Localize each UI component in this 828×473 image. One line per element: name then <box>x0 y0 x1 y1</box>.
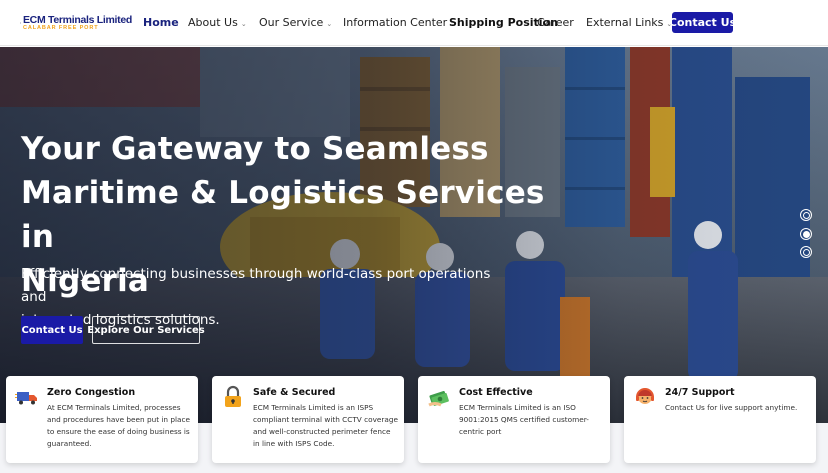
nav-home[interactable]: Home <box>143 16 179 29</box>
brand-name: ECM Terminals Limited <box>22 13 132 26</box>
feature-title: Safe & Secured <box>253 387 336 398</box>
nav-home-label: Home <box>143 16 179 29</box>
nav-contact-us-button[interactable]: Contact Us <box>669 12 736 33</box>
feature-title: Zero Congestion <box>47 387 136 398</box>
support-agent-icon <box>636 388 654 404</box>
carousel-dot-1[interactable] <box>800 209 812 221</box>
brand-logo[interactable]: ECM Terminals Limited CALABAR FREE PORT <box>20 9 132 37</box>
feature-title: Cost Effective <box>459 387 533 398</box>
nav-external-links[interactable]: External Links ⌄ <box>586 16 672 29</box>
feature-description: ECM Terminals Limited is an ISPS complia… <box>253 403 398 448</box>
feature-description: ECM Terminals Limited is an ISO 9001:201… <box>459 403 589 436</box>
hero-banner: Your Gateway to Seamless Maritime & Logi… <box>0 47 828 423</box>
hero-title-line: Maritime & Logistics Services in <box>21 175 545 255</box>
feature-card-cost-effective: Cost Effective ECM Terminals Limited is … <box>418 376 610 463</box>
explore-services-button[interactable]: Explore Our Services <box>87 316 205 344</box>
nav-about-us-label: About Us <box>188 16 238 29</box>
top-navbar: ECM Terminals Limited CALABAR FREE PORT … <box>0 0 828 46</box>
nav-about-us[interactable]: About Us ⌄ <box>188 16 247 29</box>
nav-information-center[interactable]: Information Center ⌄ <box>343 16 456 29</box>
nav-our-service-label: Our Service <box>259 16 324 29</box>
chevron-down-icon: ⌄ <box>326 19 333 28</box>
brand-tagline: CALABAR FREE PORT <box>22 25 99 31</box>
feature-card-safe-secured: Safe & Secured ECM Terminals Limited is … <box>212 376 404 463</box>
feature-description: At ECM Terminals Limited, processes and … <box>47 403 191 448</box>
feature-card-support: 24/7 Support Contact Us for live support… <box>624 376 816 463</box>
nav-career[interactable]: Career <box>537 16 574 29</box>
padlock-icon <box>225 385 241 407</box>
chevron-down-icon: ⌄ <box>240 19 247 28</box>
feature-card-zero-congestion: Zero Congestion At ECM Terminals Limited… <box>6 376 198 463</box>
truck-icon <box>15 392 37 405</box>
nav-external-links-label: External Links <box>586 16 664 29</box>
nav-our-service[interactable]: Our Service ⌄ <box>259 16 332 29</box>
feature-title: 24/7 Support <box>665 387 735 398</box>
nav-career-label: Career <box>537 16 574 29</box>
hero-contact-us-button[interactable]: Contact Us <box>21 316 83 344</box>
nav-information-center-label: Information Center <box>343 16 448 29</box>
money-icon <box>428 390 449 407</box>
hero-title-line: Your Gateway to Seamless <box>21 131 489 167</box>
feature-description: Contact Us for live support anytime. <box>665 403 798 412</box>
logo-globe-icon <box>20 22 21 24</box>
carousel-dot-2[interactable] <box>800 228 812 240</box>
carousel-dot-3[interactable] <box>800 246 812 258</box>
hero-subtitle-line: Efficiently connecting businesses throug… <box>21 266 491 305</box>
